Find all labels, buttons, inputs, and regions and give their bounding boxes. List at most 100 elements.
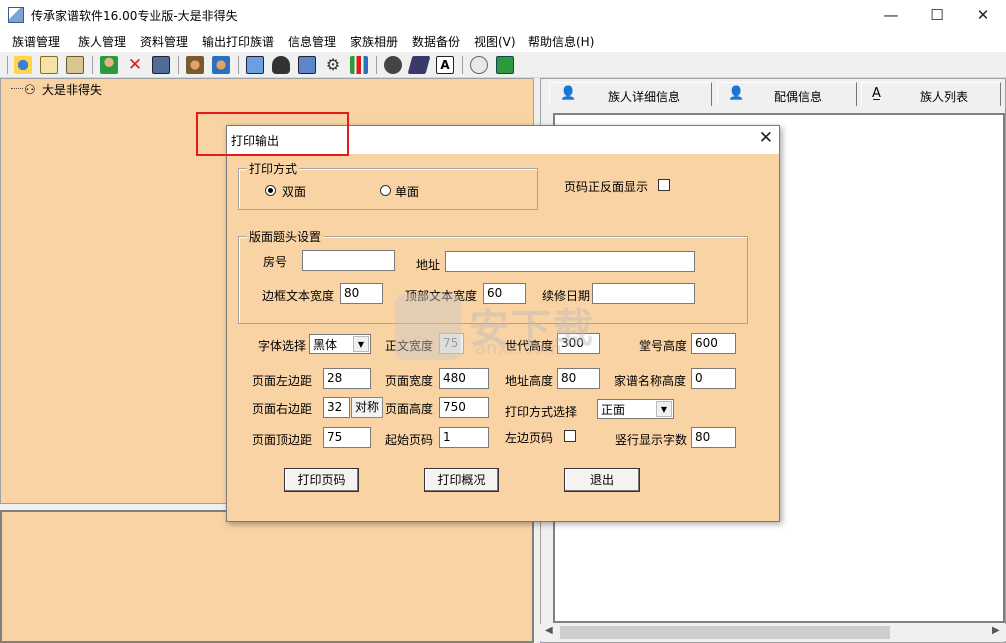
- minimize-button[interactable]: —: [868, 0, 914, 30]
- room-field[interactable]: [302, 250, 395, 271]
- print-overview-button[interactable]: 打印概况: [424, 468, 499, 492]
- tab-member-details[interactable]: 👤 族人详细信息: [549, 82, 712, 106]
- tab-label: 族人列表: [920, 90, 969, 104]
- page-width-label: 页面宽度: [385, 374, 434, 388]
- group-title: 打印方式: [247, 160, 300, 177]
- menu-info[interactable]: 信息管理: [288, 33, 336, 50]
- radio-label: 单面: [395, 185, 420, 199]
- toolbar-separator: [92, 56, 93, 74]
- menu-bar: 族谱管理 族人管理 资料管理 输出打印族谱 信息管理 家族相册 数据备份 视图(…: [0, 30, 1006, 52]
- binoculars-icon[interactable]: [272, 56, 290, 74]
- addr-height-label: 地址高度: [505, 374, 554, 388]
- page-height-field[interactable]: 750: [439, 397, 489, 418]
- left-margin-field[interactable]: 28: [323, 368, 371, 389]
- scroll-right-icon[interactable]: ▶: [992, 625, 1000, 636]
- right-margin-label: 页面右边距: [252, 402, 313, 416]
- radio-label: 双面: [282, 185, 307, 199]
- toolbar: ✕ ⚙ A: [0, 52, 1006, 78]
- gear-icon[interactable]: ⚙: [324, 56, 342, 74]
- exit-button[interactable]: 退出: [564, 468, 640, 492]
- address-field[interactable]: [445, 251, 695, 272]
- dialog-close-icon[interactable]: ✕: [759, 128, 773, 148]
- print-mode-group: 打印方式 双面 单面: [238, 160, 538, 210]
- scroll-left-icon[interactable]: ◀: [545, 625, 553, 636]
- tree-icon[interactable]: [298, 56, 316, 74]
- menu-data[interactable]: 资料管理: [140, 33, 188, 50]
- page-width-field[interactable]: 480: [439, 368, 489, 389]
- chat-icon[interactable]: [470, 56, 488, 74]
- menu-members[interactable]: 族人管理: [78, 33, 126, 50]
- tree-connector: [11, 88, 23, 89]
- left-page-num-checkbox[interactable]: [564, 430, 576, 442]
- left-page-num-label: 左边页码: [505, 431, 554, 445]
- watermark: 安下载 anxz.com: [395, 294, 615, 364]
- border-width-field[interactable]: 80: [340, 283, 383, 304]
- text-icon[interactable]: A: [436, 56, 454, 74]
- hall-height-field[interactable]: 600: [691, 333, 736, 354]
- radio-simplex[interactable]: [380, 185, 391, 196]
- left-margin-label: 页面左边距: [252, 374, 313, 388]
- tab-label: 族人详细信息: [608, 90, 681, 104]
- add-person-icon[interactable]: [100, 56, 118, 74]
- menu-genealogy[interactable]: 族谱管理: [12, 33, 60, 50]
- window-title: 传承家谱软件16.00专业版-大是非得失: [31, 9, 238, 23]
- page-num-both-label: 页码正反面显示: [564, 180, 649, 194]
- watermark-shield-icon: [395, 294, 461, 360]
- chevron-down-icon[interactable]: ▼: [353, 336, 369, 352]
- genealogy-name-height-field[interactable]: 0: [691, 368, 736, 389]
- title-bar: 传承家谱软件16.00专业版-大是非得失 — ☐ ✕: [0, 0, 1006, 30]
- addr-height-field[interactable]: 80: [557, 368, 600, 389]
- genealogy-name-height-label: 家谱名称高度: [614, 374, 687, 388]
- start-page-label: 起始页码: [385, 433, 434, 447]
- font-select[interactable]: 黑体 ▼: [309, 334, 371, 354]
- menu-help[interactable]: 帮助信息(H): [528, 33, 594, 50]
- horizontal-scrollbar[interactable]: ◀ ▶: [540, 624, 1006, 641]
- toolbar-separator: [7, 56, 8, 74]
- people-icon[interactable]: [186, 56, 204, 74]
- tab-member-list[interactable]: A̲ 族人列表: [861, 82, 1001, 106]
- menu-print[interactable]: 输出打印族谱: [202, 33, 274, 50]
- vertical-chars-field[interactable]: 80: [691, 427, 736, 448]
- room-label: 房号: [263, 255, 288, 269]
- book-icon[interactable]: [40, 56, 58, 74]
- scrollbar-thumb[interactable]: [560, 626, 890, 639]
- picture-icon[interactable]: [66, 56, 84, 74]
- close-window-button[interactable]: ✕: [960, 0, 1006, 30]
- delete-icon[interactable]: ✕: [126, 56, 144, 74]
- menu-view[interactable]: 视图(V): [474, 33, 516, 50]
- app-icon: [8, 7, 24, 23]
- print-side-select-value: 正面: [601, 403, 626, 417]
- print-side-select[interactable]: 正面 ▼: [597, 399, 674, 419]
- globe-icon[interactable]: [14, 56, 32, 74]
- menu-album[interactable]: 家族相册: [350, 33, 398, 50]
- detail-pane: [0, 510, 534, 643]
- edit-list-icon[interactable]: [152, 56, 170, 74]
- page-height-label: 页面高度: [385, 402, 434, 416]
- chevron-down-icon[interactable]: ▼: [656, 401, 672, 417]
- print-select-label: 打印方式选择: [505, 405, 578, 419]
- tab-spouse-info[interactable]: 👤 配偶信息: [717, 82, 857, 106]
- menu-backup[interactable]: 数据备份: [412, 33, 460, 50]
- tree-root-node[interactable]: 大是非得失: [42, 81, 102, 98]
- print-page-button[interactable]: 打印页码: [284, 468, 359, 492]
- top-margin-field[interactable]: 75: [323, 427, 371, 448]
- exit-icon[interactable]: [496, 56, 514, 74]
- chart-icon[interactable]: [350, 56, 368, 74]
- maximize-button[interactable]: ☐: [914, 0, 960, 30]
- radio-duplex[interactable]: [265, 185, 276, 196]
- symmetric-button[interactable]: 对称: [351, 397, 383, 418]
- toolbar-separator: [376, 56, 377, 74]
- hall-height-label: 堂号高度: [639, 339, 688, 353]
- copy-icon[interactable]: [246, 56, 264, 74]
- spouse-icon: 👤: [728, 86, 745, 101]
- start-page-field[interactable]: 1: [439, 427, 489, 448]
- right-margin-field[interactable]: 32: [323, 397, 350, 418]
- family-icon[interactable]: [212, 56, 230, 74]
- group-title: 版面题头设置: [247, 228, 324, 245]
- page-num-both-checkbox[interactable]: [658, 179, 670, 191]
- handshake-icon[interactable]: [384, 56, 402, 74]
- toolbar-separator: [462, 56, 463, 74]
- toolbar-separator: [178, 56, 179, 74]
- highlight-box: [196, 112, 349, 156]
- books-icon[interactable]: [407, 56, 431, 74]
